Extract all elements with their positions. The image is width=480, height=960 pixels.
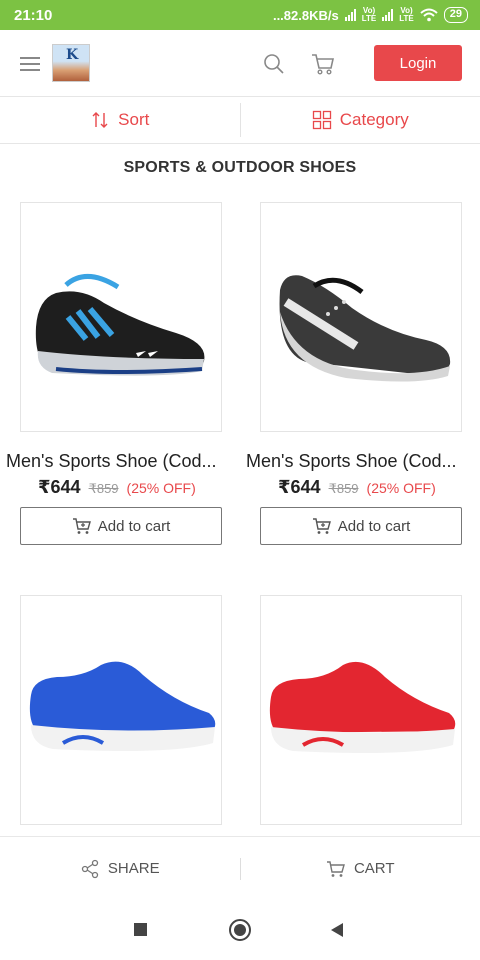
network-speed: ...82.8KB/s	[272, 7, 339, 23]
share-button[interactable]: SHARE	[0, 859, 240, 879]
price-row: ₹644 ₹859 (25% OFF)	[278, 477, 460, 498]
shoe-image	[279, 275, 451, 382]
signal-icon	[382, 9, 394, 21]
add-to-cart-label: Add to cart	[97, 517, 171, 535]
add-to-cart-label: Add to cart	[337, 517, 411, 535]
volte-icon: Vo) LTE	[361, 6, 377, 23]
discount-badge: (25% OFF)	[366, 480, 436, 496]
cart-icon	[326, 860, 345, 877]
sort-icon	[92, 112, 108, 128]
product-image[interactable]	[260, 202, 462, 432]
recents-icon[interactable]	[132, 920, 150, 940]
share-label: SHARE	[107, 860, 160, 877]
system-nav-bar	[0, 900, 480, 960]
category-label: Category	[339, 110, 409, 129]
product-card[interactable]	[0, 595, 222, 825]
login-button[interactable]: Login	[374, 45, 462, 81]
cart-label: CART	[353, 860, 395, 877]
app-header: K Login	[0, 30, 480, 96]
product-card[interactable]: Men's Sports Shoe (Cod... ₹644 ₹859 (25%…	[240, 202, 462, 545]
product-mrp: ₹859	[328, 481, 359, 496]
search-icon[interactable]	[262, 52, 286, 76]
product-name[interactable]: Men's Sports Shoe (Cod...	[246, 451, 468, 472]
shoe-image	[269, 661, 456, 753]
add-to-cart-button[interactable]: Add to cart	[20, 507, 222, 545]
section-title: SPORTS & OUTDOOR SHOES	[123, 159, 357, 176]
cart-icon	[72, 518, 91, 534]
sort-button[interactable]: Sort	[0, 97, 240, 143]
signal-icon	[344, 9, 356, 21]
price-row: ₹644 ₹859 (25% OFF)	[38, 477, 220, 498]
product-name[interactable]: Men's Sports Shoe (Cod...	[6, 451, 228, 472]
wifi-icon	[420, 8, 438, 22]
add-to-cart-button[interactable]: Add to cart	[260, 507, 462, 545]
sort-label: Sort	[118, 110, 150, 129]
volte-icon: Vo) LTE	[399, 6, 414, 23]
battery-icon: 29	[443, 7, 468, 23]
store-logo[interactable]: K	[52, 44, 90, 82]
status-bar: 21:10 ...82.8KB/s Vo) LTE Vo) LTE 29	[0, 0, 480, 30]
home-icon[interactable]	[228, 918, 252, 942]
product-price: ₹644	[278, 477, 321, 497]
cart-button[interactable]: CART	[241, 860, 480, 878]
bottom-action-bar: SHARE CART	[0, 836, 480, 900]
grid-icon	[312, 110, 331, 130]
product-card[interactable]: Men's Sports Shoe (Cod... ₹644 ₹859 (25%…	[0, 202, 222, 545]
menu-icon[interactable]	[20, 57, 40, 71]
shoe-image	[29, 661, 216, 751]
cart-icon[interactable]	[310, 51, 336, 77]
product-image[interactable]	[20, 595, 222, 825]
product-price: ₹644	[38, 477, 81, 497]
share-icon	[81, 859, 99, 878]
status-indicators: ...82.8KB/s Vo) LTE Vo) LTE 29	[273, 7, 468, 23]
discount-badge: (25% OFF)	[126, 480, 196, 496]
category-button[interactable]: Category	[241, 97, 480, 143]
sort-filter-bar: Sort Category	[0, 96, 480, 144]
cart-icon	[312, 518, 331, 534]
product-mrp: ₹859	[88, 481, 119, 496]
product-card[interactable]	[240, 595, 462, 825]
product-image[interactable]	[20, 202, 222, 432]
logo-letter: K	[66, 47, 79, 63]
back-icon[interactable]	[328, 920, 346, 940]
clock: 21:10	[14, 6, 53, 24]
shoe-image	[35, 274, 205, 376]
product-image[interactable]	[260, 595, 462, 825]
